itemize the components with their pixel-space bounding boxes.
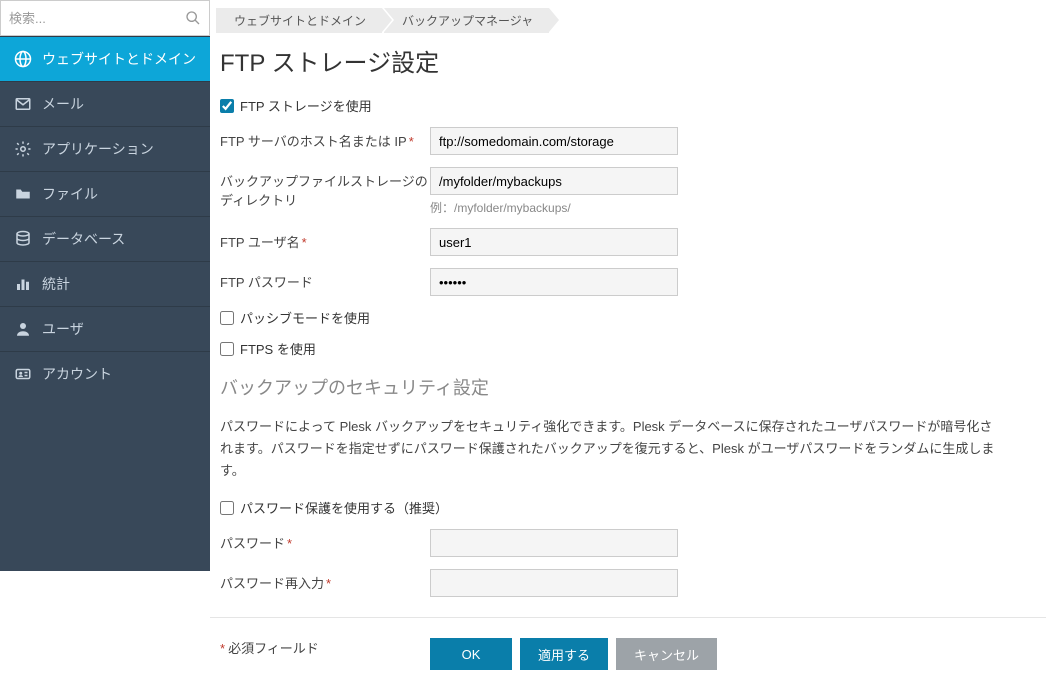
apply-button[interactable]: 適用する	[520, 638, 608, 670]
globe-icon	[14, 50, 32, 68]
ftp-host-input[interactable]	[430, 127, 678, 155]
required-mark: *	[287, 536, 292, 551]
breadcrumb-item[interactable]: バックアップマネージャ	[384, 8, 549, 33]
security-heading: バックアップのセキュリティ設定	[210, 364, 1046, 408]
ftp-dir-input[interactable]	[430, 167, 678, 195]
sidebar-item-websites-domains[interactable]: ウェブサイトとドメイン	[0, 36, 210, 81]
sidebar-item-label: 統計	[42, 274, 70, 294]
ftp-dir-hint: 例：/myfolder/mybackups/	[430, 199, 678, 216]
ftp-pass-label: FTP パスワード	[220, 268, 430, 291]
use-ftp-label[interactable]: FTP ストレージを使用	[240, 96, 372, 115]
use-ftps-label[interactable]: FTPS を使用	[240, 339, 316, 358]
folder-icon	[14, 185, 32, 203]
sidebar-item-files[interactable]: ファイル	[0, 171, 210, 216]
gear-icon	[14, 140, 32, 158]
backup-password-label: パスワード*	[220, 529, 430, 552]
ftp-dir-label: バックアップファイルストレージのディレクトリ	[220, 167, 430, 209]
sidebar-item-label: メール	[42, 94, 84, 114]
use-ftp-checkbox[interactable]	[220, 99, 234, 113]
cancel-button[interactable]: キャンセル	[616, 638, 717, 670]
ok-button[interactable]: OK	[430, 638, 512, 670]
page-title: FTP ストレージ設定	[210, 37, 1046, 90]
required-mark: *	[302, 235, 307, 250]
search-box	[0, 0, 210, 36]
backup-password-input[interactable]	[430, 529, 678, 557]
user-icon	[14, 320, 32, 338]
backup-password-confirm-input[interactable]	[430, 569, 678, 597]
database-icon	[14, 230, 32, 248]
sidebar-item-label: アプリケーション	[42, 139, 154, 159]
sidebar: ウェブサイトとドメイン メール アプリケーション ファイル データベース 統計 …	[0, 0, 210, 571]
mail-icon	[14, 95, 32, 113]
search-input[interactable]	[9, 11, 185, 26]
ftp-host-label: FTP サーバのホスト名または IP*	[220, 127, 430, 150]
stats-icon	[14, 275, 32, 293]
password-protect-label[interactable]: パスワード保護を使用する（推奨）	[240, 498, 448, 517]
sidebar-item-databases[interactable]: データベース	[0, 216, 210, 261]
sidebar-item-label: ユーザ	[42, 319, 84, 339]
backup-password-confirm-label: パスワード再入力*	[220, 569, 430, 592]
sidebar-item-users[interactable]: ユーザ	[0, 306, 210, 351]
ftp-user-input[interactable]	[430, 228, 678, 256]
sidebar-item-statistics[interactable]: 統計	[0, 261, 210, 306]
ftp-user-label: FTP ユーザ名*	[220, 228, 430, 251]
required-fields-note: *必須フィールド	[220, 638, 430, 657]
sidebar-item-account[interactable]: アカウント	[0, 351, 210, 396]
search-icon[interactable]	[185, 10, 201, 26]
passive-mode-label[interactable]: パッシブモードを使用	[240, 308, 370, 327]
sidebar-item-label: アカウント	[42, 364, 112, 384]
ftp-pass-input[interactable]	[430, 268, 678, 296]
passive-mode-checkbox[interactable]	[220, 311, 234, 325]
breadcrumb-item[interactable]: ウェブサイトとドメイン	[216, 8, 382, 33]
idcard-icon	[14, 365, 32, 383]
sidebar-item-label: ウェブサイトとドメイン	[42, 49, 196, 69]
main-content: ウェブサイトとドメイン バックアップマネージャ FTP ストレージ設定 FTP …	[210, 0, 1046, 571]
sidebar-item-applications[interactable]: アプリケーション	[0, 126, 210, 171]
button-bar: OK 適用する キャンセル	[430, 638, 717, 670]
sidebar-item-mail[interactable]: メール	[0, 81, 210, 126]
security-description: パスワードによって Plesk バックアップをセキュリティ強化できます。Ples…	[210, 408, 1010, 492]
sidebar-item-label: ファイル	[42, 184, 98, 204]
use-ftps-checkbox[interactable]	[220, 342, 234, 356]
sidebar-item-label: データベース	[42, 229, 125, 249]
breadcrumb: ウェブサイトとドメイン バックアップマネージャ	[210, 8, 1046, 33]
password-protect-checkbox[interactable]	[220, 501, 234, 515]
required-mark: *	[326, 576, 331, 591]
required-mark: *	[409, 134, 414, 149]
